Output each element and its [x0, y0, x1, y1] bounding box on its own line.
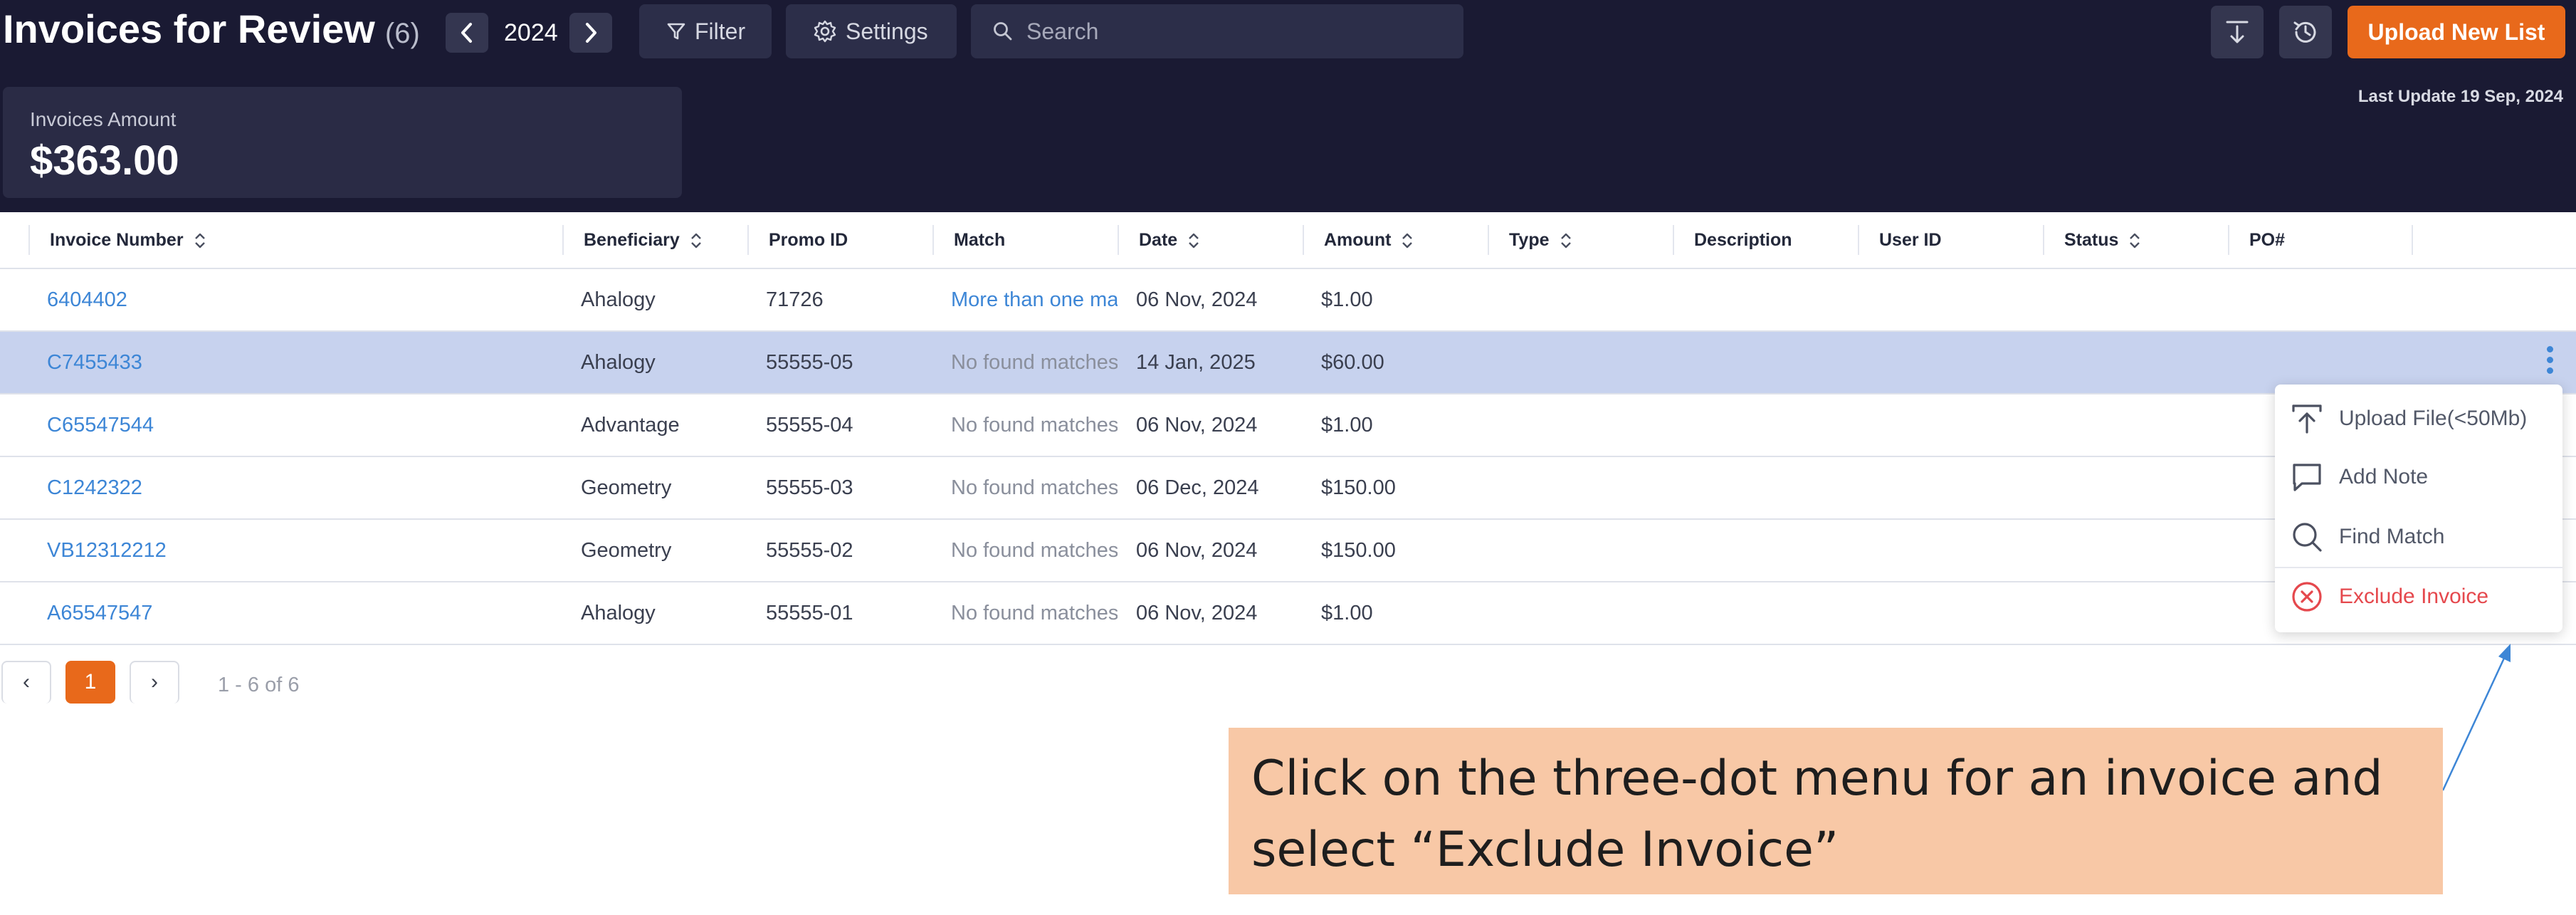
instruction-callout: Click on the three-dot menu for an invoi… [1229, 728, 2443, 894]
instruction-text: Click on the three-dot menu for an invoi… [1251, 751, 2383, 878]
